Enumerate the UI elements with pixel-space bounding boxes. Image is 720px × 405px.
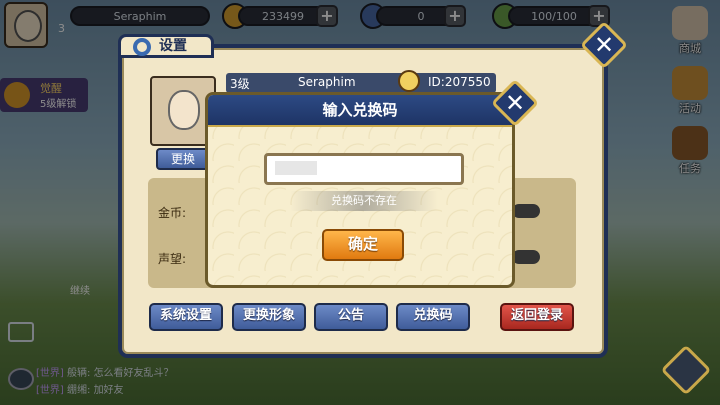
change-avatar-button[interactable]: 更换 [156,148,210,170]
close-icon: ✕ [593,31,615,59]
back-to-login-button[interactable]: 返回登录 [500,303,574,331]
close-icon: ✕ [504,89,526,117]
redeem-code-input[interactable] [264,153,464,185]
profile-level: 3级 [230,77,250,91]
reputation-stat-bar [512,250,540,264]
redeem-code-label: 兑换码 [413,308,453,323]
confirm-label: 确定 [347,235,378,253]
settings-title: 设置 [159,38,187,54]
announcement-button[interactable]: 公告 [314,303,388,331]
edit-name-icon[interactable] [398,70,420,92]
profile-name: Seraphim [298,75,356,89]
change-appearance-label: 更换形象 [242,308,295,323]
redeem-code-button[interactable]: 兑换码 [396,303,470,331]
confirm-button[interactable]: 确定 [322,229,404,261]
system-settings-label: 系统设置 [159,308,212,323]
reputation-label: 声望: [158,252,187,266]
announcement-label: 公告 [337,308,364,323]
settings-tab: 设置 [118,34,214,58]
profile-id: ID:207550 [428,75,491,89]
gear-icon [133,38,151,56]
back-to-login-label: 返回登录 [510,308,563,323]
dialog-title: 输入兑换码 [208,95,512,127]
system-settings-button[interactable]: 系统设置 [149,303,223,331]
change-appearance-button[interactable]: 更换形象 [232,303,306,331]
gold-label: 金币: [158,206,187,220]
error-message: 兑换码不存在 [290,191,438,211]
redeem-dialog: 输入兑换码 兑换码不存在 确定 [205,92,515,288]
gold-stat-bar [512,204,540,218]
change-avatar-label: 更换 [170,152,195,166]
redacted-text [275,160,317,175]
